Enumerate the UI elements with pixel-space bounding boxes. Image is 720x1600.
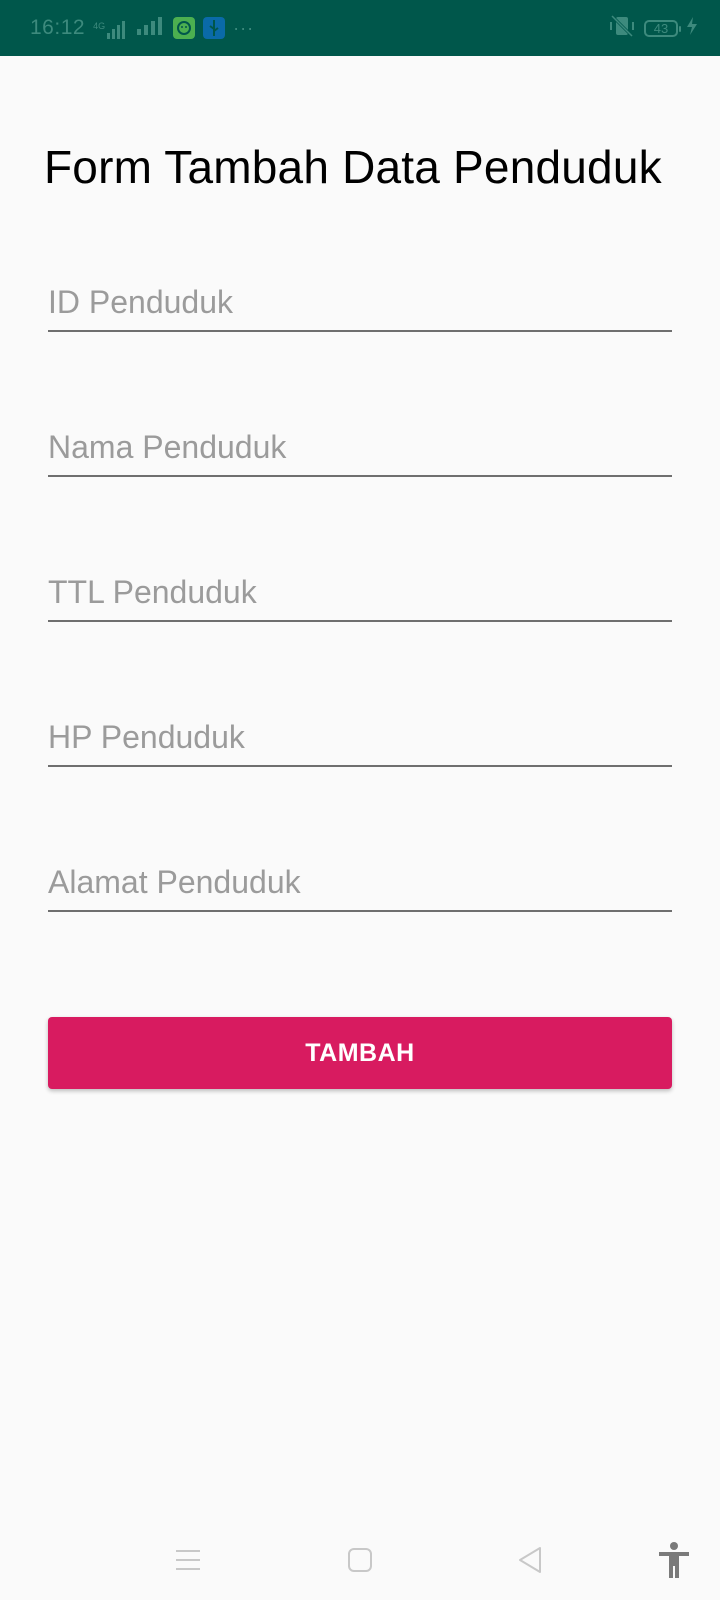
usb-icon (203, 17, 226, 39)
hp-penduduk-field-container (48, 709, 672, 769)
app-notification-icon (173, 17, 196, 39)
home-button[interactable] (330, 1530, 390, 1590)
battery-icon: 43 (644, 19, 681, 37)
hp-penduduk-input[interactable] (48, 709, 672, 767)
menu-button[interactable] (158, 1530, 218, 1590)
signal-icon: 4G (93, 17, 129, 39)
status-right: 43 (608, 0, 698, 56)
accessibility-button[interactable] (644, 1530, 704, 1590)
signal-icon (137, 16, 165, 40)
menu-icon (176, 1550, 200, 1570)
navigation-bar (0, 1520, 720, 1600)
more-dots-icon: ··· (233, 17, 255, 38)
back-icon (519, 1547, 541, 1573)
network-type-label: 4G (93, 21, 106, 31)
id-penduduk-input[interactable] (48, 274, 672, 332)
alamat-penduduk-field-container (48, 854, 672, 914)
charging-icon (686, 16, 698, 40)
back-button[interactable] (500, 1530, 560, 1590)
alamat-penduduk-input[interactable] (48, 854, 672, 912)
tambah-button[interactable]: TAMBAH (48, 1017, 672, 1089)
ttl-penduduk-field-container (48, 564, 672, 624)
page-title: Form Tambah Data Penduduk (44, 141, 662, 193)
status-left: 16:12 4G ··· (30, 0, 254, 56)
nama-penduduk-field-container (48, 419, 672, 479)
nama-penduduk-input[interactable] (48, 419, 672, 477)
id-penduduk-field-container (48, 274, 672, 334)
accessibility-icon (659, 1542, 689, 1578)
ttl-penduduk-input[interactable] (48, 564, 672, 622)
home-icon (348, 1548, 372, 1572)
status-time: 16:12 (30, 16, 86, 39)
vibrate-icon (608, 14, 636, 43)
status-bar: 16:12 4G ··· 43 (0, 0, 720, 56)
